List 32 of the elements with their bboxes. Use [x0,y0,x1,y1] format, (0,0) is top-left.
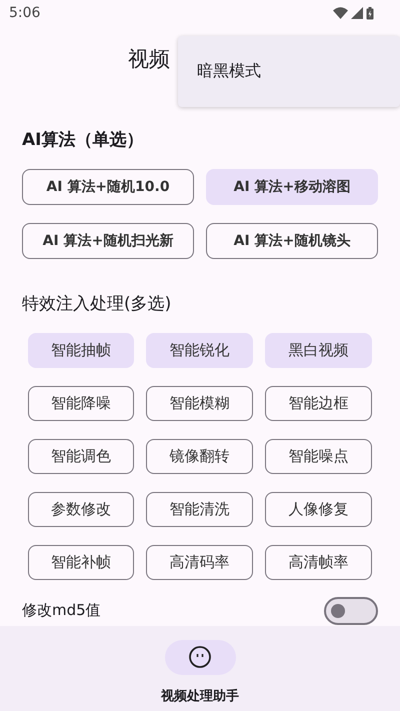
section-title: 特效注入处理(多选) [22,292,172,315]
algorithm-option[interactable]: AI 算法+移动溶图 [206,168,378,205]
signal-icon [351,7,363,20]
app-title: 视频 [128,46,170,74]
effect-option[interactable]: 智能清洗 [146,492,253,527]
toggle-label: 修改md5值 [22,601,101,620]
effect-option[interactable]: 高清帧率 [265,544,372,580]
menu-item[interactable]: 暗黑模式 [178,61,261,82]
nav-label: 视频处理助手 [161,688,239,705]
effect-option[interactable]: 智能补帧 [28,544,134,580]
effect-option[interactable]: 智能抽帧 [28,332,134,368]
algorithm-option[interactable]: AI 算法+随机10.0 [22,168,194,205]
effect-option[interactable]: 智能模糊 [146,386,253,421]
algorithm-option[interactable]: AI 算法+随机镜头 [206,222,378,259]
effect-option[interactable]: 镜像翻转 [146,438,253,474]
effect-option[interactable]: 智能降噪 [28,386,134,421]
effect-option[interactable]: 智能锐化 [146,332,253,368]
effect-option[interactable]: 参数修改 [28,492,134,527]
status-time: 5:06 [9,5,40,22]
wifi-icon [333,7,348,20]
effect-option[interactable]: 高清码率 [146,544,253,580]
toggle-switch[interactable] [324,596,378,625]
battery-icon [366,6,374,20]
face-icon [188,645,212,670]
effect-option[interactable]: 智能边框 [265,386,372,421]
effect-option[interactable]: 人像修复 [265,492,372,527]
effect-option[interactable]: 黑白视频 [265,332,372,368]
algorithm-option[interactable]: AI 算法+随机扫光新 [22,222,194,259]
nav-item[interactable] [164,640,236,675]
effect-option[interactable]: 智能调色 [28,438,134,474]
effect-option[interactable]: 智能噪点 [265,438,372,474]
section-title: AI算法（单选） [22,128,144,151]
